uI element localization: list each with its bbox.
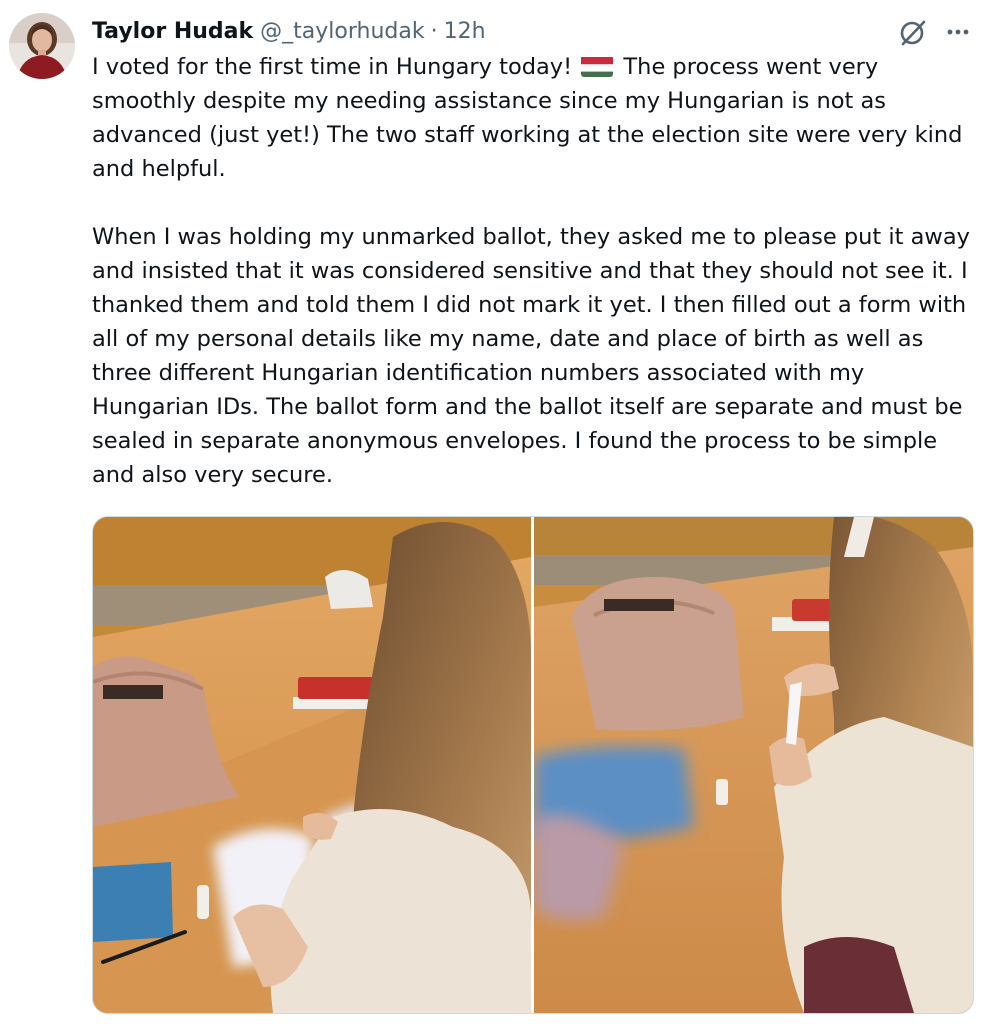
grok-icon[interactable] xyxy=(897,16,929,48)
author-name[interactable]: Taylor Hudak xyxy=(92,19,253,44)
avatar[interactable] xyxy=(9,13,75,79)
tweet-paragraph-2: When I was holding my unmarked ballot, t… xyxy=(92,224,970,488)
tweet-text: I voted for the first time in Hungary to… xyxy=(92,50,976,492)
author-handle[interactable]: @_taylorhudak xyxy=(260,19,424,44)
tweet-header: Taylor Hudak @_taylorhudak · 12h xyxy=(92,14,486,48)
paragraph-1-start: I voted for the first time in Hungary to… xyxy=(92,54,573,80)
more-icon[interactable] xyxy=(943,18,973,46)
tweet-paragraph-1: I voted for the first time in Hungary to… xyxy=(92,50,976,186)
media-photo-1[interactable] xyxy=(93,517,531,1013)
separator-dot: · xyxy=(430,18,438,44)
timestamp[interactable]: 12h xyxy=(444,19,486,44)
media-photo-2[interactable] xyxy=(534,517,973,1013)
hungary-flag-emoji xyxy=(581,55,614,77)
tweet: Taylor Hudak @_taylorhudak · 12h I voted… xyxy=(0,0,982,1024)
media-grid xyxy=(92,516,974,1014)
avatar-image xyxy=(9,13,75,79)
